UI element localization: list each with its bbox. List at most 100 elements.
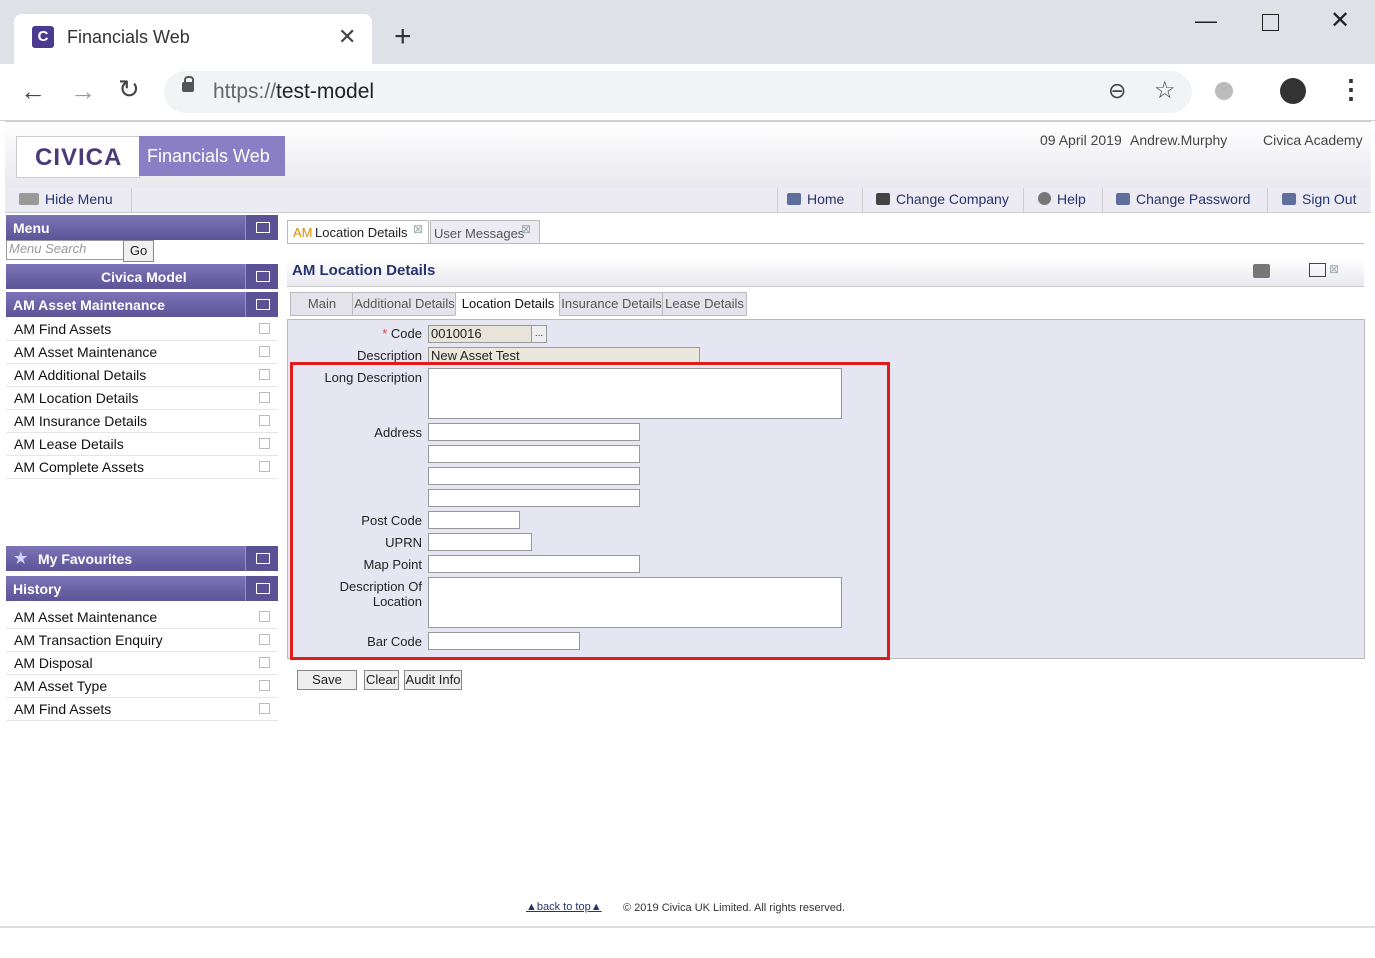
code-lookup-button[interactable]: ... [531, 325, 547, 343]
close-tab-icon[interactable]: ✕ [338, 24, 356, 50]
description-label: Description [356, 348, 422, 363]
browser-menu-icon[interactable]: ⋮ [1338, 76, 1364, 102]
url-host: test-model [276, 80, 375, 103]
sidebar-item[interactable]: AM Lease Details [6, 433, 278, 456]
open-external-icon[interactable] [259, 611, 270, 622]
sign-out-link[interactable]: Sign Out [1282, 191, 1356, 207]
close-tab-icon[interactable]: ⊠ [413, 222, 423, 236]
sidebar-item[interactable]: AM Find Assets [6, 318, 278, 341]
sidebar-item[interactable]: AM Insurance Details [6, 410, 278, 433]
clear-button[interactable]: Clear [364, 670, 399, 690]
up-arrow-icon: ▲ [590, 901, 602, 913]
open-external-icon[interactable] [259, 634, 270, 645]
home-link[interactable]: Home [787, 191, 844, 207]
menu-search-go-button[interactable]: Go [123, 240, 154, 262]
open-external-icon[interactable] [259, 369, 270, 380]
sidebar-item[interactable]: AM Additional Details [6, 364, 278, 387]
sidebar-item-label: AM Lease Details [14, 436, 124, 452]
asset-maintenance-header[interactable]: AM Asset Maintenance [6, 292, 278, 317]
header-company: Civica Academy [1263, 132, 1363, 148]
sidebar-item[interactable]: AM Transaction Enquiry [6, 629, 278, 652]
new-window-icon[interactable] [1309, 263, 1326, 277]
civica-logo: CIVICA [16, 136, 140, 178]
open-external-icon[interactable] [259, 461, 270, 472]
profile-icon[interactable] [1280, 78, 1306, 104]
lock-icon-body [182, 82, 194, 92]
open-external-icon[interactable] [259, 415, 270, 426]
hide-menu-label: Hide Menu [45, 191, 113, 207]
open-external-icon[interactable] [259, 657, 270, 668]
sidebar-item-label: AM Disposal [14, 655, 93, 671]
sidebar-item[interactable]: AM Asset Maintenance [6, 606, 278, 629]
sidebar-item[interactable]: AM Find Assets [6, 698, 278, 721]
sidebar-item[interactable]: AM Asset Type [6, 675, 278, 698]
civica-model-header[interactable]: Civica Model [6, 264, 278, 289]
sidebar-item[interactable]: AM Disposal [6, 652, 278, 675]
required-asterisk: * [382, 326, 391, 341]
audit-info-button[interactable]: Audit Info [404, 670, 462, 690]
hide-menu-button[interactable]: Hide Menu [19, 191, 113, 207]
nav-divider [1267, 188, 1268, 212]
subtab-insurance-details[interactable]: Insurance Details [559, 292, 664, 316]
url-protocol: https:// [213, 80, 277, 103]
nav-divider [131, 188, 132, 212]
logo-text: CIVICA [35, 144, 123, 171]
bookmark-star-icon[interactable]: ☆ [1154, 76, 1176, 105]
subtab-main[interactable]: Main [290, 292, 354, 316]
sidebar-item[interactable]: AM Complete Assets [6, 456, 278, 479]
reload-icon[interactable]: ↻ [118, 74, 140, 105]
open-external-icon[interactable] [259, 392, 270, 403]
maximize-icon[interactable] [1262, 14, 1279, 31]
print-icon[interactable] [1253, 264, 1270, 278]
extension-icon[interactable] [1215, 82, 1233, 100]
sidebar-item[interactable]: AM Asset Maintenance [6, 341, 278, 364]
civica-model-title: Civica Model [101, 269, 187, 285]
url-text[interactable]: https://test-model [213, 80, 374, 104]
open-external-icon[interactable] [259, 346, 270, 357]
browser-toolbar: ← → ↻ https://test-model ⊖ ☆ ⋮ [0, 64, 1375, 121]
address-bar[interactable]: https://test-model ⊖ ☆ [164, 71, 1192, 113]
back-to-top-label: back to top [536, 901, 591, 913]
close-page-icon[interactable]: ⊠ [1329, 262, 1339, 276]
product-name: Financials Web [147, 146, 270, 166]
forward-arrow-icon[interactable]: → [70, 76, 96, 107]
tab-user-messages[interactable]: User Messages ⊠ [430, 220, 540, 243]
minimize-icon[interactable]: — [1195, 8, 1217, 34]
menu-toggle-icon[interactable] [245, 215, 278, 240]
history-toggle-icon[interactable] [245, 576, 278, 601]
sign-out-label: Sign Out [1302, 191, 1357, 207]
change-password-link[interactable]: Change Password [1116, 191, 1250, 207]
building-icon [876, 193, 890, 205]
asset-toggle-icon[interactable] [245, 292, 278, 317]
subtab-location-details[interactable]: Location Details [455, 292, 561, 316]
open-external-icon[interactable] [259, 703, 270, 714]
open-external-icon[interactable] [259, 438, 270, 449]
favourites-toggle-icon[interactable] [245, 546, 278, 571]
tab-label: User Messages [434, 226, 525, 241]
home-label: Home [807, 191, 845, 207]
new-tab-icon[interactable]: + [394, 22, 412, 52]
tab-am-location-details[interactable]: AM Location Details ⊠ [287, 220, 429, 243]
subtab-lease-details[interactable]: Lease Details [662, 292, 747, 316]
window-close-icon[interactable]: ✕ [1330, 6, 1350, 35]
back-arrow-icon[interactable]: ← [20, 76, 46, 107]
open-external-icon[interactable] [259, 680, 270, 691]
sidebar-item[interactable]: AM Location Details [6, 387, 278, 410]
favourites-header[interactable]: My Favourites ★ [6, 546, 278, 571]
sidebar-item-label: AM Find Assets [14, 321, 112, 337]
zoom-icon[interactable]: ⊖ [1108, 78, 1126, 104]
menu-search-input[interactable]: Menu Search [6, 240, 126, 260]
help-link[interactable]: Help [1038, 191, 1086, 207]
nav-divider [1023, 188, 1024, 212]
change-company-link[interactable]: Change Company [876, 191, 1009, 207]
subtab-additional-details[interactable]: Additional Details [352, 292, 457, 316]
history-header[interactable]: History [6, 576, 278, 601]
back-to-top-link[interactable]: ▲back to top▲ [526, 901, 602, 913]
close-tab-icon[interactable]: ⊠ [521, 222, 531, 236]
open-external-icon[interactable] [259, 323, 270, 334]
browser-tab[interactable]: C Financials Web ✕ [14, 14, 372, 64]
code-field[interactable]: 0010016 [428, 325, 534, 343]
save-button[interactable]: Save [297, 670, 357, 690]
highlight-box [290, 362, 890, 660]
model-toggle-icon[interactable] [245, 264, 278, 289]
